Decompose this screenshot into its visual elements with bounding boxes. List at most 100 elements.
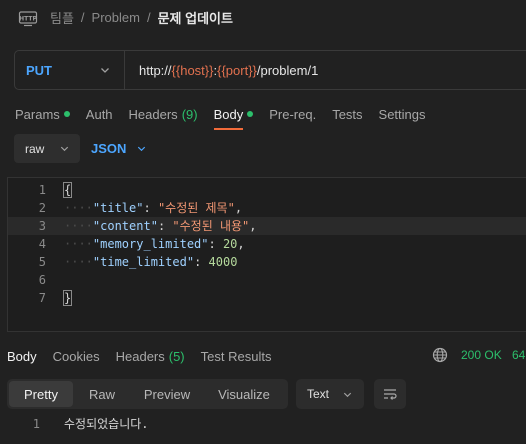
- http-request-icon: HTTP: [18, 11, 37, 27]
- chevron-down-icon: [138, 146, 146, 152]
- view-visualize[interactable]: Visualize: [203, 381, 285, 407]
- body-type-select[interactable]: raw: [14, 134, 80, 163]
- tab-tests-label: Tests: [332, 106, 363, 122]
- json-value: "수정된 내용": [172, 219, 250, 233]
- code-content: ····"content": "수정된 내용",: [64, 217, 257, 235]
- json-key: "title": [92, 201, 144, 215]
- json-colon: :: [143, 201, 158, 215]
- view-raw-label: Raw: [88, 386, 115, 402]
- indent-whitespace: ····: [64, 255, 93, 269]
- response-format-select[interactable]: Text: [296, 379, 364, 409]
- line-number: 7: [38, 291, 46, 305]
- body-type-label: raw: [25, 141, 45, 156]
- code-line: 7}: [8, 289, 526, 307]
- tab-params[interactable]: Params: [15, 104, 70, 124]
- tab-headers-label: Headers: [128, 106, 178, 122]
- url-text: http://: [139, 62, 172, 78]
- tab-response-cookies[interactable]: Cookies: [53, 347, 100, 365]
- tab-params-label: Params: [15, 106, 60, 122]
- breadcrumb-team[interactable]: 팀플: [50, 8, 74, 27]
- json-value: 20: [222, 237, 238, 251]
- json-value: 4000: [208, 255, 238, 269]
- response-text: 수정되었습니다.: [64, 417, 149, 431]
- json-key: "memory_limited": [92, 237, 209, 251]
- wrap-lines-button[interactable]: [374, 379, 406, 409]
- response-view-tabs: Pretty Raw Preview Visualize: [7, 379, 288, 409]
- json-comma: ,: [249, 219, 257, 233]
- response-time[interactable]: 64: [512, 348, 525, 362]
- tab-headers[interactable]: Headers (9): [129, 104, 198, 124]
- code-content: ····"memory_limited": 20,: [64, 235, 245, 253]
- globe-icon[interactable]: [432, 347, 448, 363]
- params-indicator-dot: [63, 111, 70, 117]
- line-number: 1: [38, 183, 46, 197]
- close-brace: }: [62, 290, 73, 306]
- view-visualize-label: Visualize: [218, 386, 270, 402]
- tab-body-label: Body: [213, 106, 244, 122]
- json-key: "content": [92, 219, 158, 233]
- code-line: 4 ····"memory_limited": 20,: [8, 235, 526, 253]
- open-brace: {: [62, 182, 73, 198]
- code-content: {: [62, 181, 73, 199]
- chevron-down-icon: [60, 146, 69, 152]
- tab-response-headers-label: Headers: [115, 348, 165, 364]
- code-line: 2 ····"title": "수정된 제목",: [8, 199, 526, 217]
- tab-tests[interactable]: Tests: [332, 104, 362, 124]
- body-format-select[interactable]: JSON: [91, 141, 147, 156]
- tab-auth[interactable]: Auth: [86, 104, 113, 124]
- indent-whitespace: ····: [64, 219, 93, 233]
- url-bar: PUT http://{{host}}:{{port}}/problem/1: [14, 50, 526, 90]
- code-content: ····"time_limited": 4000: [64, 253, 237, 271]
- status-code[interactable]: 200 OK: [461, 348, 502, 362]
- line-number: 6: [38, 273, 46, 287]
- code-line: 3 ····"content": "수정된 내용",: [8, 217, 526, 235]
- url-text: /problem/1: [256, 62, 319, 78]
- method-label: PUT: [26, 62, 52, 78]
- code-line: 1{: [8, 181, 526, 199]
- json-value: "수정된 제목": [157, 201, 235, 215]
- code-line: 5 ····"time_limited": 4000: [8, 253, 526, 271]
- indent-whitespace: ····: [64, 237, 93, 251]
- json-colon: :: [157, 219, 173, 233]
- wrap-lines-icon: [384, 389, 397, 400]
- tab-settings-label: Settings: [378, 106, 426, 122]
- response-body: 1 수정되었습니다.: [0, 415, 526, 433]
- line-number: 5: [38, 255, 46, 269]
- headers-count: (9): [181, 106, 198, 122]
- view-pretty[interactable]: Pretty: [9, 381, 73, 407]
- view-raw[interactable]: Raw: [73, 381, 131, 407]
- tab-response-body-label: Body: [7, 348, 37, 364]
- code-line: 6: [8, 271, 526, 289]
- method-select[interactable]: PUT: [15, 51, 125, 89]
- chevron-down-icon: [343, 392, 352, 398]
- breadcrumb-separator: /: [80, 10, 85, 25]
- response-headers-count: (5): [168, 348, 185, 364]
- tab-response-cookies-label: Cookies: [52, 348, 100, 364]
- breadcrumb-request-name[interactable]: 문제 업데이트: [158, 8, 233, 27]
- response-line-number: 1: [32, 417, 40, 431]
- tab-settings[interactable]: Settings: [379, 104, 426, 124]
- response-tabs: Body Cookies Headers (5) Test Results: [7, 347, 287, 365]
- line-number: 4: [38, 237, 46, 251]
- breadcrumb: 팀플 / Problem / 문제 업데이트: [50, 8, 233, 27]
- request-body-editor[interactable]: 1{2 ····"title": "수정된 제목", 3 ····"content":…: [7, 177, 526, 332]
- view-preview[interactable]: Preview: [131, 381, 203, 407]
- response-format-label: Text: [307, 387, 330, 401]
- url-input[interactable]: http://{{host}}:{{port}}/problem/1: [125, 63, 318, 78]
- tab-test-results-label: Test Results: [200, 348, 272, 364]
- view-preview-label: Preview: [143, 386, 191, 402]
- breadcrumb-separator: /: [146, 10, 151, 25]
- tab-test-results[interactable]: Test Results: [201, 347, 272, 365]
- url-variable: {{port}}: [217, 62, 257, 78]
- request-tabs: Params Auth Headers (9) Body Pre-req. Te…: [15, 104, 442, 130]
- svg-text:HTTP: HTTP: [19, 15, 37, 22]
- tab-response-headers[interactable]: Headers (5): [116, 347, 185, 365]
- json-colon: :: [208, 237, 223, 251]
- breadcrumb-collection[interactable]: Problem: [92, 10, 140, 25]
- tab-prereq[interactable]: Pre-req.: [269, 104, 316, 124]
- tab-body[interactable]: Body: [213, 104, 254, 130]
- request-header: HTTP 팀플 / Problem / 문제 업데이트: [0, 0, 526, 36]
- code-content: ····"title": "수정된 제목",: [64, 199, 242, 217]
- tab-response-body[interactable]: Body: [7, 347, 37, 365]
- json-comma: ,: [237, 237, 245, 251]
